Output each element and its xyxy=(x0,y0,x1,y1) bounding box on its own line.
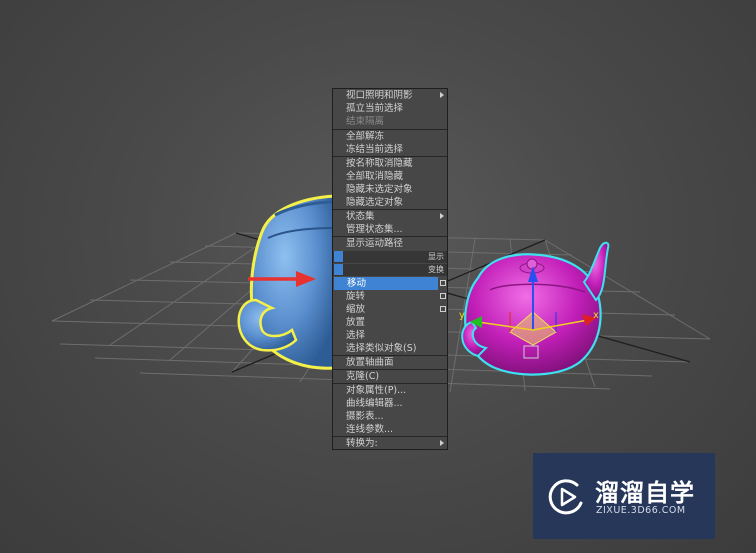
menu-item-rotate[interactable]: 旋转 xyxy=(333,290,447,303)
menu-item-hide-selection[interactable]: 隐藏选定对象 xyxy=(333,196,447,209)
gizmo-x-axis-label: x xyxy=(593,310,599,321)
option-box-icon[interactable] xyxy=(440,280,446,286)
submenu-arrow-icon xyxy=(440,213,444,219)
play-circle-logo-icon xyxy=(548,479,583,515)
menu-item-unhide-all[interactable]: 全部取消隐藏 xyxy=(333,170,447,183)
watermark-url: ZIXUE.3D66.COM xyxy=(596,505,686,516)
menu-item-object-properties[interactable]: 对象属性(P)... xyxy=(333,384,447,397)
menu-item-wire-parameters[interactable]: 连线参数... xyxy=(333,423,447,436)
menu-item-manage-state-sets[interactable]: 管理状态集... xyxy=(333,223,447,236)
menu-item-place[interactable]: 放置 xyxy=(333,316,447,329)
watermark-name: 溜溜自学 xyxy=(595,479,695,507)
gizmo-y-axis-label: y xyxy=(459,310,465,321)
menu-item-clone[interactable]: 克隆(C) xyxy=(333,370,447,383)
menu-item-curve-editor[interactable]: 曲线编辑器... xyxy=(333,397,447,410)
option-box-icon[interactable] xyxy=(440,306,446,312)
quadrant-header-display: 显示 xyxy=(333,251,447,263)
menu-item-select-similar[interactable]: 选择类似对象(S) xyxy=(333,342,447,355)
menu-item-move[interactable]: 移动 xyxy=(334,277,438,290)
menu-item-freeze-selection[interactable]: 冻结当前选择 xyxy=(333,143,447,156)
menu-item-isolate-selection[interactable]: 孤立当前选择 xyxy=(333,102,447,115)
watermark-logo: 溜溜自学 ZIXUE.3D66.COM xyxy=(533,453,715,539)
menu-item-end-isolate: 结束隔离 xyxy=(346,116,385,127)
quadrant-header-transform: 变换 xyxy=(333,264,447,276)
menu-item-state-sets[interactable]: 状态集 xyxy=(333,210,447,223)
quad-menu[interactable]: 视口照明和阴影 孤立当前选择 结束隔离 全部解冻 冻结当前选择 按名称取消隐藏 … xyxy=(332,88,448,450)
quadrant-marker xyxy=(334,264,343,275)
menu-item-label: 转换为: xyxy=(346,438,378,449)
menu-item-label: 状态集 xyxy=(346,211,375,222)
menu-item-viewport-lighting-shadows[interactable]: 视口照明和阴影 xyxy=(333,89,447,102)
menu-item-label: 视口照明和阴影 xyxy=(346,90,413,101)
menu-item-show-motion-paths[interactable]: 显示运动路径 xyxy=(333,237,447,250)
submenu-arrow-icon xyxy=(440,440,444,446)
menu-item-convert-to[interactable]: 转换为: xyxy=(333,437,447,450)
menu-item-dope-sheet[interactable]: 摄影表... xyxy=(333,410,447,423)
option-box-icon[interactable] xyxy=(440,293,446,299)
menu-item-select[interactable]: 选择 xyxy=(333,329,447,342)
menu-item-unhide-by-name[interactable]: 按名称取消隐藏 xyxy=(333,157,447,170)
3d-viewport[interactable]: x y 视口照明和阴影 孤立当前选择 结束隔离 全部解冻 冻结当前选择 按名称取… xyxy=(0,0,756,553)
menu-item-unfreeze-all[interactable]: 全部解冻 xyxy=(333,130,447,143)
quadrant-marker xyxy=(334,251,343,262)
magenta-teapot[interactable] xyxy=(461,241,610,376)
menu-item-place-pivot-surface[interactable]: 放置轴曲面 xyxy=(333,356,447,369)
menu-item-scale[interactable]: 缩放 xyxy=(333,303,447,316)
menu-item-hide-unselected[interactable]: 隐藏未选定对象 xyxy=(333,183,447,196)
submenu-arrow-icon xyxy=(440,92,444,98)
